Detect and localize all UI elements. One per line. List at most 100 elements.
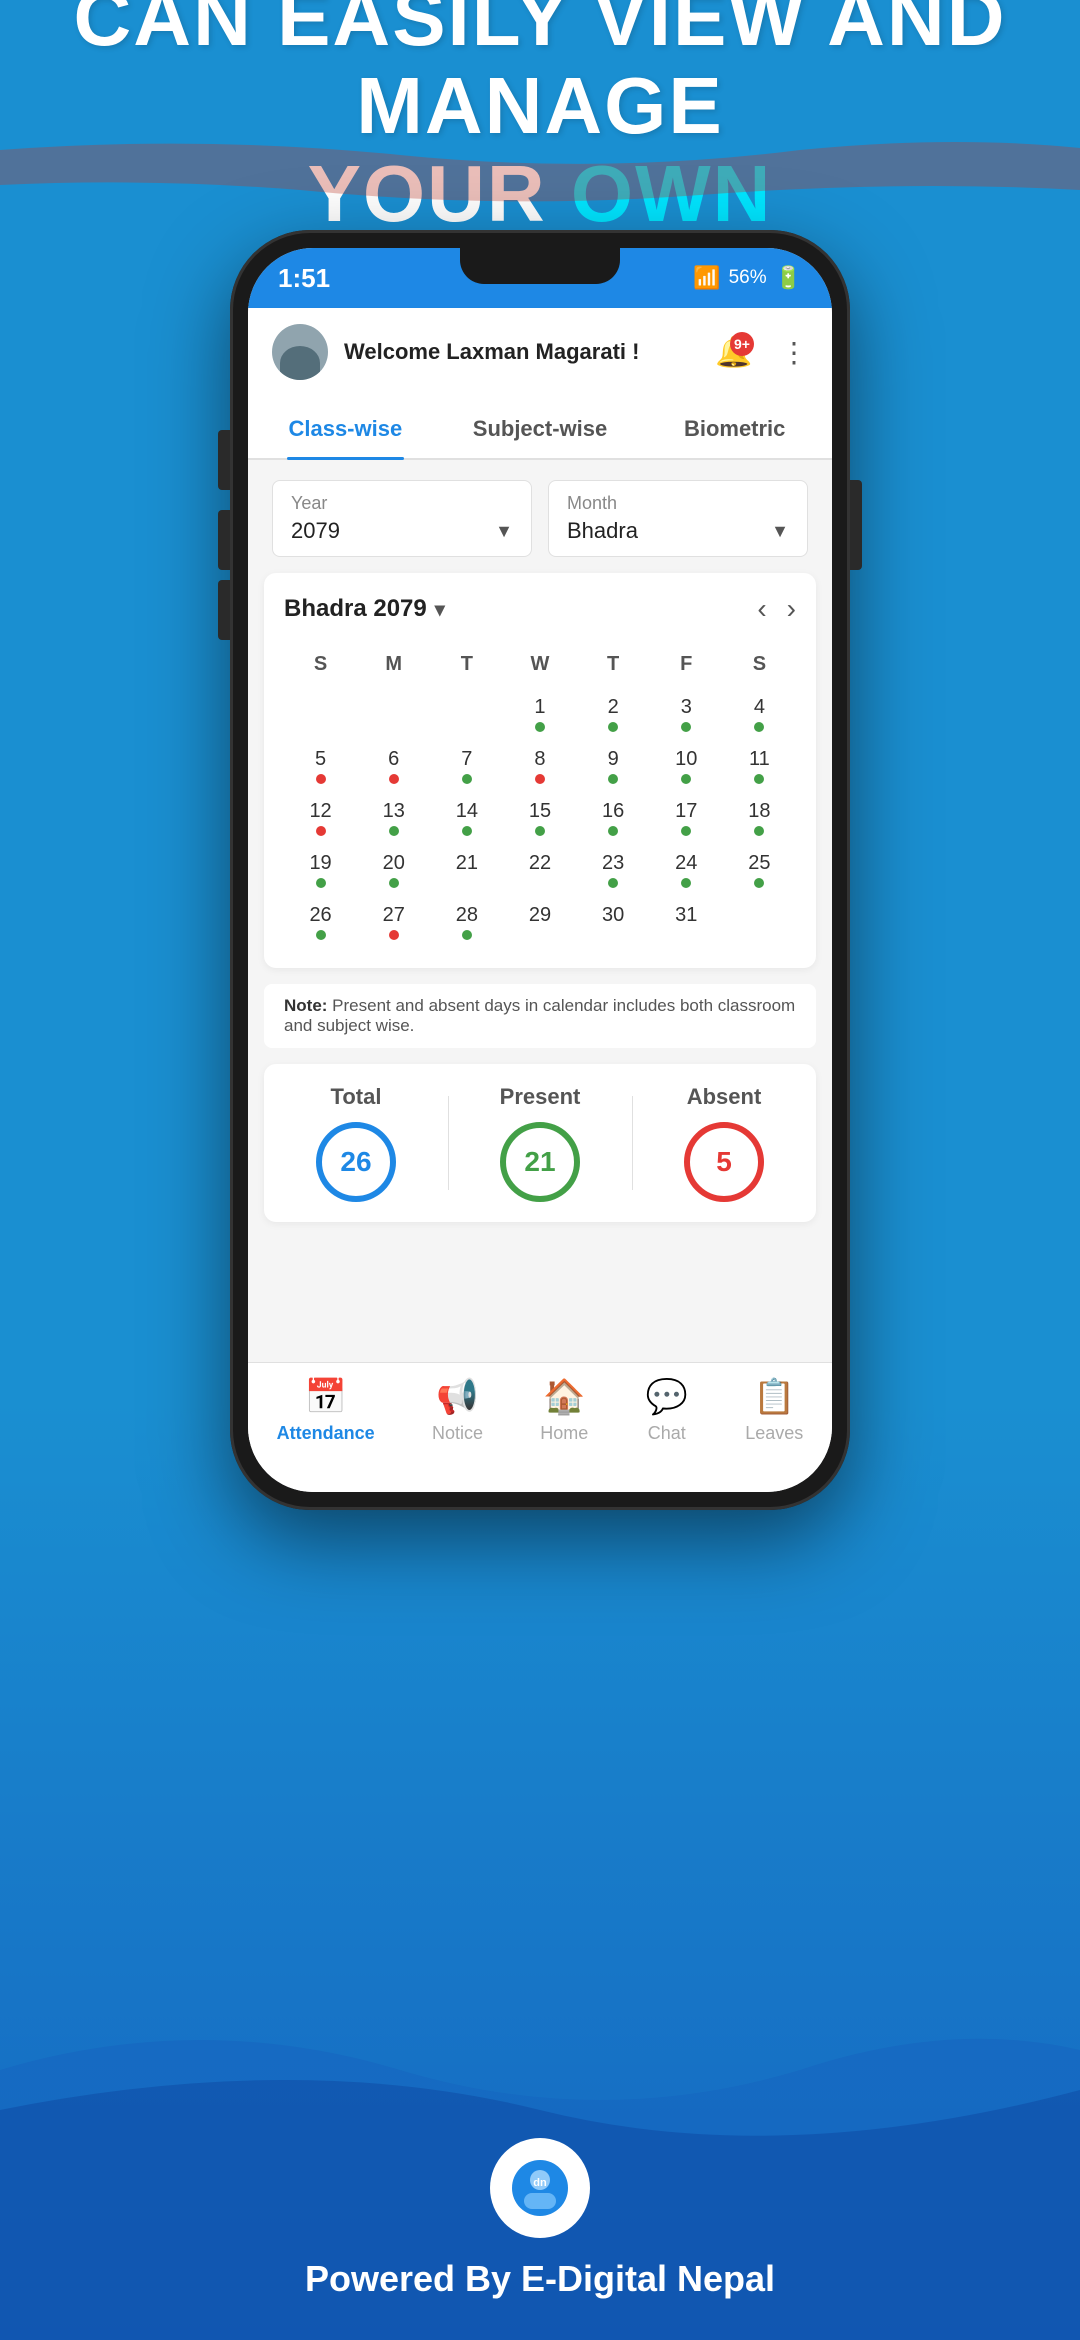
signal-icon: 📶 bbox=[693, 265, 720, 291]
nav-chat-label: Chat bbox=[648, 1423, 686, 1444]
cal-cell-22[interactable]: 22 bbox=[503, 844, 576, 896]
tab-bar: Class-wise Subject-wise Biometric bbox=[248, 396, 832, 460]
nav-leaves-label: Leaves bbox=[745, 1423, 803, 1444]
cal-cell-5[interactable]: 5 bbox=[284, 740, 357, 792]
bottom-nav: 📅 Attendance 📢 Notice 🏠 Home 💬 Chat 📋 bbox=[248, 1362, 832, 1492]
cal-cell-27[interactable]: 27 bbox=[357, 896, 430, 948]
cal-cell-24[interactable]: 24 bbox=[650, 844, 723, 896]
total-label: Total bbox=[264, 1084, 448, 1110]
calendar-expand-icon: ▾ bbox=[435, 597, 445, 622]
more-options-icon[interactable]: ⋮ bbox=[780, 336, 808, 369]
logo-svg: dn bbox=[510, 2158, 570, 2218]
app-header: Welcome Laxman Magarati ! 🔔 9+ ⋮ bbox=[248, 308, 832, 396]
note-label: Note: bbox=[284, 996, 332, 1015]
cal-header-fri: F bbox=[650, 645, 723, 688]
cal-header-sun: S bbox=[284, 645, 357, 688]
calendar-grid: S M T W T F S 1 2 3 4 bbox=[284, 645, 796, 948]
stats-row: Total 26 Present 21 Absent bbox=[264, 1064, 816, 1222]
month-label: Month bbox=[567, 493, 789, 514]
cal-cell-26[interactable]: 26 bbox=[284, 896, 357, 948]
cal-cell-16[interactable]: 16 bbox=[577, 792, 650, 844]
month-filter[interactable]: Month Bhadra ▼ bbox=[548, 480, 808, 557]
cal-cell-8[interactable]: 8 bbox=[503, 740, 576, 792]
cal-cell-10[interactable]: 10 bbox=[650, 740, 723, 792]
calendar-month-year: Bhadra 2079 bbox=[284, 595, 427, 623]
cal-cell-31[interactable]: 31 bbox=[650, 896, 723, 948]
tab-biometric[interactable]: Biometric bbox=[637, 396, 832, 458]
nav-notice[interactable]: 📢 Notice bbox=[432, 1377, 483, 1444]
cal-header-mon: M bbox=[357, 645, 430, 688]
nav-leaves[interactable]: 📋 Leaves bbox=[745, 1377, 803, 1444]
cal-cell-17[interactable]: 17 bbox=[650, 792, 723, 844]
calendar-header: Bhadra 2079 ▾ ‹ › bbox=[284, 593, 796, 625]
nav-home[interactable]: 🏠 Home bbox=[540, 1377, 588, 1444]
year-value: 2079 bbox=[291, 518, 340, 544]
cal-cell-1[interactable]: 1 bbox=[503, 688, 576, 740]
nav-home-label: Home bbox=[540, 1423, 588, 1444]
year-value-row: 2079 ▼ bbox=[291, 518, 513, 544]
avatar bbox=[272, 324, 328, 380]
cal-cell-25[interactable]: 25 bbox=[723, 844, 796, 896]
cal-cell-7[interactable]: 7 bbox=[430, 740, 503, 792]
notification-badge: 9+ bbox=[730, 332, 754, 356]
cal-header-wed: W bbox=[503, 645, 576, 688]
cal-cell-23[interactable]: 23 bbox=[577, 844, 650, 896]
absent-circle: 5 bbox=[684, 1122, 764, 1202]
filter-row: Year 2079 ▼ Month Bhadra ▼ bbox=[248, 460, 832, 573]
cal-cell-11[interactable]: 11 bbox=[723, 740, 796, 792]
cal-cell-3[interactable]: 3 bbox=[650, 688, 723, 740]
month-dropdown-arrow: ▼ bbox=[771, 521, 789, 542]
brushstroke-decoration bbox=[0, 130, 1080, 210]
nav-notice-label: Notice bbox=[432, 1423, 483, 1444]
absent-label: Absent bbox=[632, 1084, 816, 1110]
tab-subject-wise[interactable]: Subject-wise bbox=[443, 396, 638, 458]
battery-icon: 🔋 bbox=[775, 265, 802, 291]
cal-cell-18[interactable]: 18 bbox=[723, 792, 796, 844]
nav-attendance-label: Attendance bbox=[277, 1423, 375, 1444]
cal-cell-20[interactable]: 20 bbox=[357, 844, 430, 896]
svg-text:dn: dn bbox=[533, 2177, 547, 2189]
nav-chat[interactable]: 💬 Chat bbox=[646, 1377, 688, 1444]
cal-header-thu: T bbox=[577, 645, 650, 688]
phone-notch bbox=[460, 248, 620, 284]
cal-cell-empty-end bbox=[723, 896, 796, 948]
year-dropdown-arrow: ▼ bbox=[495, 521, 513, 542]
cal-cell-30[interactable]: 30 bbox=[577, 896, 650, 948]
cal-cell-29[interactable]: 29 bbox=[503, 896, 576, 948]
chat-icon: 💬 bbox=[646, 1377, 688, 1417]
home-icon: 🏠 bbox=[543, 1377, 585, 1417]
cal-cell-15[interactable]: 15 bbox=[503, 792, 576, 844]
cal-cell-4[interactable]: 4 bbox=[723, 688, 796, 740]
calendar-nav: ‹ › bbox=[757, 593, 796, 625]
brand-logo: dn bbox=[490, 2138, 590, 2238]
cal-cell-19[interactable]: 19 bbox=[284, 844, 357, 896]
calendar-next-button[interactable]: › bbox=[787, 593, 796, 625]
tab-class-wise[interactable]: Class-wise bbox=[248, 396, 443, 458]
present-label: Present bbox=[448, 1084, 632, 1110]
welcome-text: Welcome Laxman Magarati ! bbox=[344, 339, 696, 365]
cal-cell-12[interactable]: 12 bbox=[284, 792, 357, 844]
year-filter[interactable]: Year 2079 ▼ bbox=[272, 480, 532, 557]
absent-value: 5 bbox=[716, 1146, 732, 1178]
cal-cell-2[interactable]: 2 bbox=[577, 688, 650, 740]
phone-frame: 1:51 📶 56% 🔋 Welcome Laxman Magarati ! 🔔… bbox=[230, 230, 850, 1510]
cal-cell-21[interactable]: 21 bbox=[430, 844, 503, 896]
banner-line1: CAN EASILY VIEW AND MANAGE bbox=[60, 0, 1020, 150]
nav-attendance[interactable]: 📅 Attendance bbox=[277, 1377, 375, 1444]
cal-cell-13[interactable]: 13 bbox=[357, 792, 430, 844]
cal-cell-6[interactable]: 6 bbox=[357, 740, 430, 792]
cal-cell-9[interactable]: 9 bbox=[577, 740, 650, 792]
present-stat: Present 21 bbox=[448, 1084, 632, 1202]
notification-bell[interactable]: 🔔 9+ bbox=[712, 330, 756, 374]
calendar-prev-button[interactable]: ‹ bbox=[757, 593, 766, 625]
cal-header-tue: T bbox=[430, 645, 503, 688]
footer-section: dn Powered By E-Digital Nepal bbox=[0, 2060, 1080, 2340]
note-content: Present and absent days in calendar incl… bbox=[284, 996, 795, 1035]
status-icons: 📶 56% 🔋 bbox=[693, 265, 802, 291]
year-label: Year bbox=[291, 493, 513, 514]
cal-cell-28[interactable]: 28 bbox=[430, 896, 503, 948]
cal-cell-14[interactable]: 14 bbox=[430, 792, 503, 844]
calendar-title: Bhadra 2079 ▾ bbox=[284, 595, 445, 623]
phone-screen: 1:51 📶 56% 🔋 Welcome Laxman Magarati ! 🔔… bbox=[248, 248, 832, 1492]
cal-cell-empty-3 bbox=[430, 688, 503, 740]
